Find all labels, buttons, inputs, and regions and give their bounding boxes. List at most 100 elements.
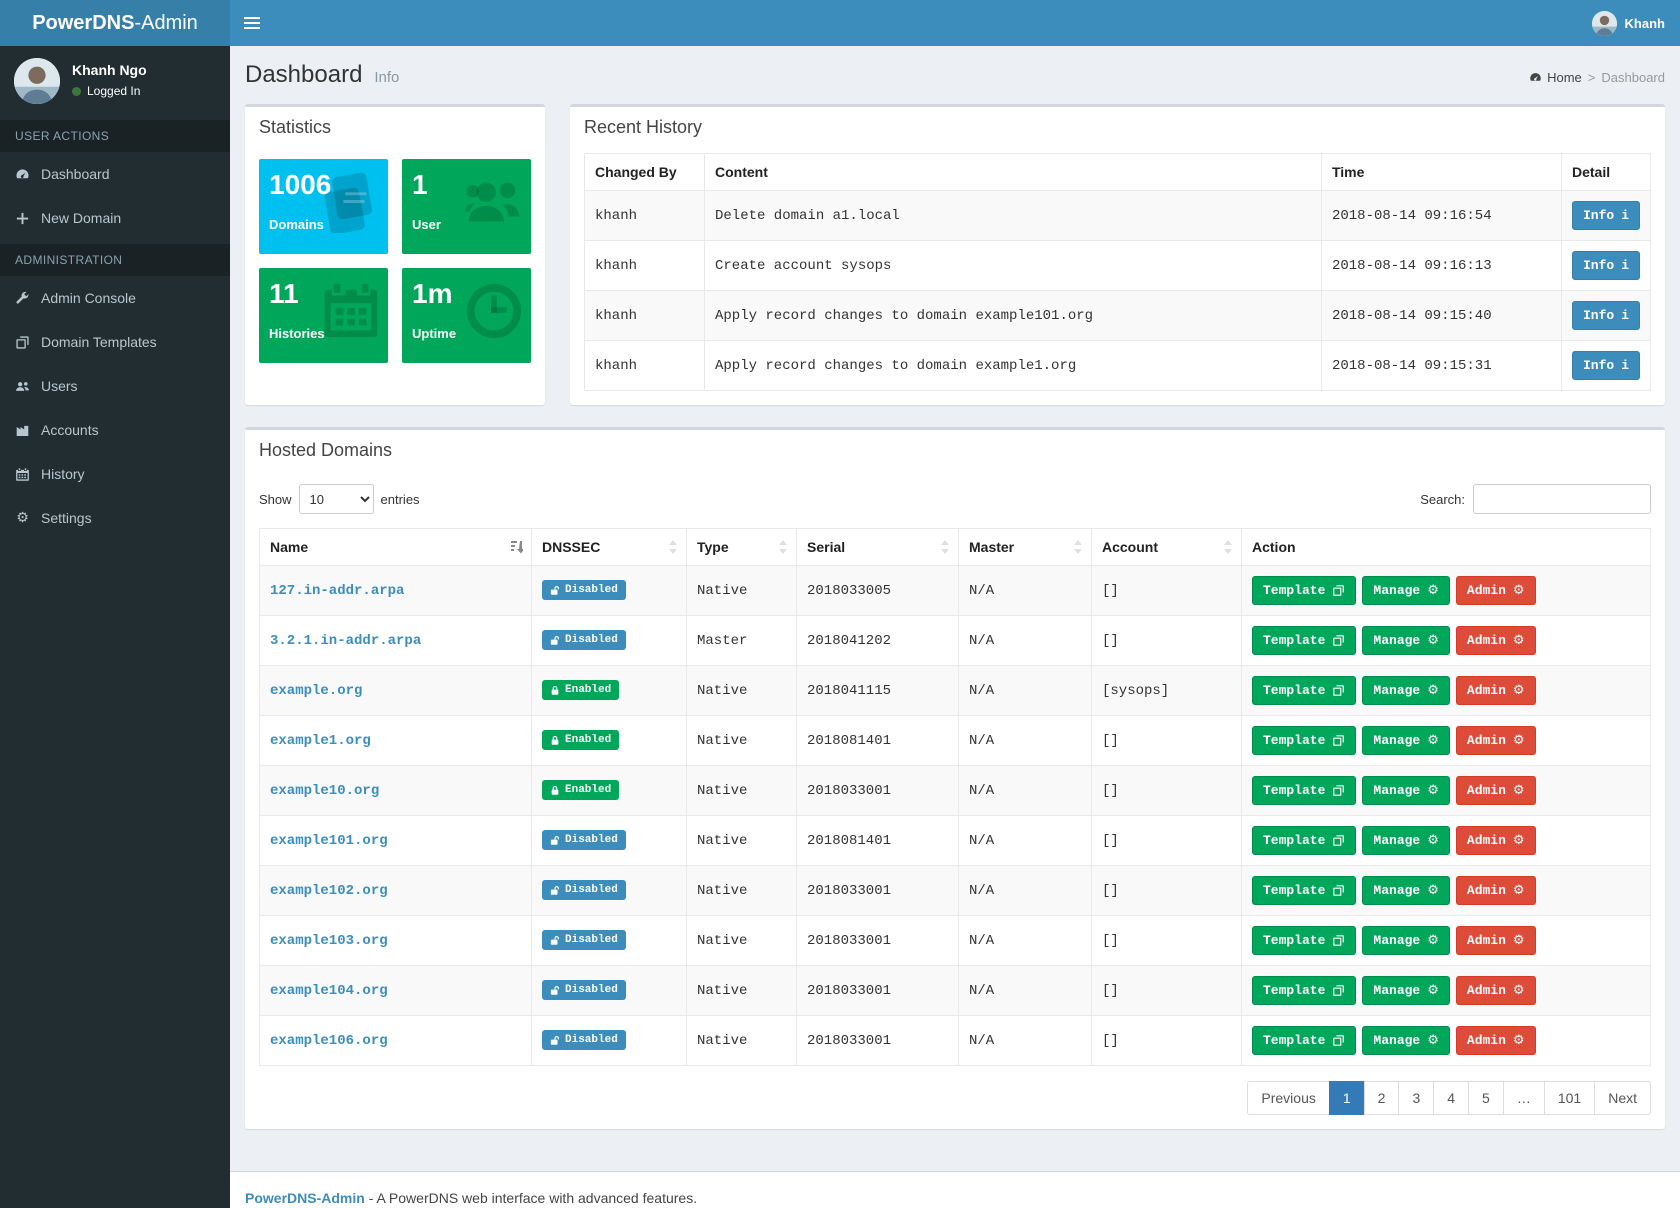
domain-link[interactable]: example10.org <box>270 783 379 799</box>
gauge-icon <box>15 167 30 182</box>
manage-button[interactable]: Manage⚙ <box>1362 976 1449 1005</box>
column-header-name[interactable]: Name <box>260 529 532 566</box>
search-input[interactable] <box>1473 484 1651 514</box>
manage-button[interactable]: Manage⚙ <box>1362 726 1449 755</box>
template-button[interactable]: Template <box>1252 726 1356 755</box>
sidebar-item-settings[interactable]: ⚙ Settings <box>0 496 230 540</box>
sort-icon[interactable] <box>1223 540 1233 554</box>
domain-master: N/A <box>959 766 1092 816</box>
domain-link[interactable]: 127.in-addr.arpa <box>270 583 404 599</box>
info-button-label: Info <box>1583 308 1614 323</box>
info-icon: i <box>1621 358 1629 373</box>
domain-link[interactable]: example104.org <box>270 983 388 999</box>
template-button[interactable]: Template <box>1252 826 1356 855</box>
sidebar-item-new-domain[interactable]: New Domain <box>0 196 230 240</box>
domain-link[interactable]: 3.2.1.in-addr.arpa <box>270 633 421 649</box>
info-button[interactable]: Infoi <box>1572 301 1640 330</box>
template-button[interactable]: Template <box>1252 876 1356 905</box>
domain-link[interactable]: example.org <box>270 683 362 699</box>
admin-button[interactable]: Admin⚙ <box>1456 1026 1536 1055</box>
sort-icon[interactable] <box>668 540 678 554</box>
column-header-account[interactable]: Account <box>1092 529 1242 566</box>
user-menu[interactable]: Khanh <box>1577 0 1680 46</box>
template-button[interactable]: Template <box>1252 926 1356 955</box>
manage-button[interactable]: Manage⚙ <box>1362 926 1449 955</box>
gear-icon: ⚙ <box>1513 933 1525 948</box>
stat-card-histories: 11 Histories <box>259 268 388 363</box>
manage-button[interactable]: Manage⚙ <box>1362 576 1449 605</box>
admin-button[interactable]: Admin⚙ <box>1456 876 1536 905</box>
column-header-dnssec[interactable]: DNSSEC <box>532 529 687 566</box>
domain-serial: 2018041115 <box>797 666 959 716</box>
sort-icon[interactable] <box>778 540 788 554</box>
manage-button[interactable]: Manage⚙ <box>1362 626 1449 655</box>
admin-button[interactable]: Admin⚙ <box>1456 576 1536 605</box>
domain-type: Native <box>687 566 797 616</box>
sidebar-item-dashboard[interactable]: Dashboard <box>0 152 230 196</box>
info-button-label: Info <box>1583 358 1614 373</box>
pagination-previous[interactable]: Previous <box>1247 1081 1329 1115</box>
admin-button[interactable]: Admin⚙ <box>1456 826 1536 855</box>
admin-button[interactable]: Admin⚙ <box>1456 626 1536 655</box>
template-button[interactable]: Template <box>1252 576 1356 605</box>
domain-account: [] <box>1092 566 1242 616</box>
pagination-page-101[interactable]: 101 <box>1544 1081 1595 1115</box>
sidebar-item-label: Users <box>41 378 78 394</box>
manage-button[interactable]: Manage⚙ <box>1362 876 1449 905</box>
manage-button[interactable]: Manage⚙ <box>1362 826 1449 855</box>
sidebar: Khanh Ngo Logged In USER ACTIONS Dashboa… <box>0 46 230 1208</box>
sidebar-item-admin-console[interactable]: Admin Console <box>0 276 230 320</box>
template-button[interactable]: Template <box>1252 1026 1356 1055</box>
sidebar-toggle-icon[interactable] <box>230 0 274 46</box>
info-button[interactable]: Infoi <box>1572 251 1640 280</box>
info-button[interactable]: Infoi <box>1572 201 1640 230</box>
info-button[interactable]: Infoi <box>1572 351 1640 380</box>
clone-icon <box>1332 784 1345 797</box>
sort-asc-icon[interactable] <box>509 540 523 554</box>
pagination-next[interactable]: Next <box>1594 1081 1651 1115</box>
pagination-page-2[interactable]: 2 <box>1364 1081 1400 1115</box>
domain-link[interactable]: example103.org <box>270 933 388 949</box>
admin-button[interactable]: Admin⚙ <box>1456 776 1536 805</box>
footer-brand-link[interactable]: PowerDNS-Admin <box>245 1190 365 1206</box>
sidebar-item-users[interactable]: Users <box>0 364 230 408</box>
domain-account: [sysops] <box>1092 666 1242 716</box>
page-size-select[interactable]: 10 <box>299 484 374 514</box>
history-time: 2018-08-14 09:16:13 <box>1321 241 1561 291</box>
clone-icon <box>1332 934 1345 947</box>
manage-button[interactable]: Manage⚙ <box>1362 676 1449 705</box>
template-button[interactable]: Template <box>1252 626 1356 655</box>
column-header-type[interactable]: Type <box>687 529 797 566</box>
domain-link[interactable]: example101.org <box>270 833 388 849</box>
pagination-page-5[interactable]: 5 <box>1468 1081 1504 1115</box>
gear-icon: ⚙ <box>1513 983 1525 998</box>
domain-link[interactable]: example102.org <box>270 883 388 899</box>
domain-link[interactable]: example1.org <box>270 733 371 749</box>
calendar-icon <box>15 467 30 482</box>
template-button[interactable]: Template <box>1252 676 1356 705</box>
pagination-page-4[interactable]: 4 <box>1433 1081 1469 1115</box>
sidebar-item-history[interactable]: History <box>0 452 230 496</box>
sidebar-item-domain-templates[interactable]: Domain Templates <box>0 320 230 364</box>
breadcrumb-home-link[interactable]: Home <box>1529 70 1582 85</box>
admin-button[interactable]: Admin⚙ <box>1456 726 1536 755</box>
info-icon: i <box>1621 258 1629 273</box>
app-logo[interactable]: PowerDNS-Admin <box>0 0 230 46</box>
domain-account: [] <box>1092 766 1242 816</box>
clone-icon <box>1332 634 1345 647</box>
column-header-master[interactable]: Master <box>959 529 1092 566</box>
pagination-page-1[interactable]: 1 <box>1329 1081 1365 1115</box>
admin-button[interactable]: Admin⚙ <box>1456 926 1536 955</box>
manage-button[interactable]: Manage⚙ <box>1362 776 1449 805</box>
domain-link[interactable]: example106.org <box>270 1033 388 1049</box>
template-button[interactable]: Template <box>1252 976 1356 1005</box>
admin-button[interactable]: Admin⚙ <box>1456 976 1536 1005</box>
template-button[interactable]: Template <box>1252 776 1356 805</box>
sort-icon[interactable] <box>1073 540 1083 554</box>
column-header-serial[interactable]: Serial <box>797 529 959 566</box>
manage-button[interactable]: Manage⚙ <box>1362 1026 1449 1055</box>
pagination-page-3[interactable]: 3 <box>1398 1081 1434 1115</box>
sidebar-item-accounts[interactable]: Accounts <box>0 408 230 452</box>
sort-icon[interactable] <box>940 540 950 554</box>
admin-button[interactable]: Admin⚙ <box>1456 676 1536 705</box>
